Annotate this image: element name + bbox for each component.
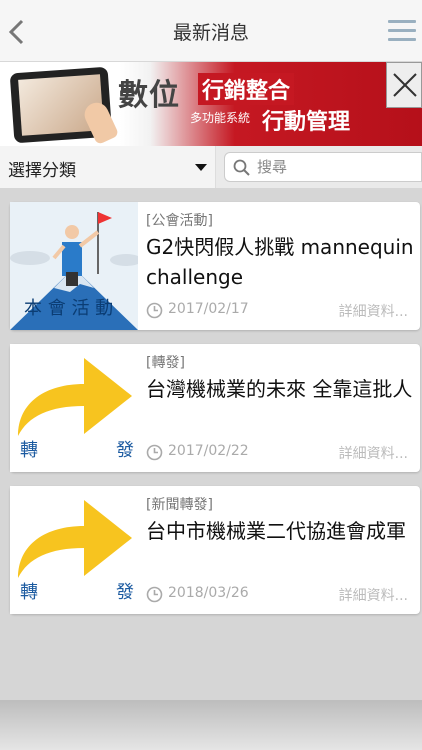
forward-thumbnail: 轉 發 [10, 344, 138, 472]
news-card[interactable]: 轉 發 [新聞轉發] 台中市機械業二代協進會成軍 2018/03/26 詳細資料… [10, 486, 420, 614]
banner-close-button[interactable] [386, 62, 422, 108]
caret-down-icon [195, 164, 207, 171]
banner-headline-3: 行動管理 [262, 110, 351, 135]
details-link[interactable]: 詳細資料... [339, 443, 408, 463]
news-category: [公會活動] [146, 213, 213, 229]
clock-icon [146, 586, 163, 603]
details-link[interactable]: 詳細資料... [339, 301, 408, 321]
news-date-text: 2017/02/17 [168, 301, 249, 317]
news-date-text: 2018/03/26 [168, 585, 249, 601]
category-select[interactable]: 選擇分類 [0, 146, 216, 188]
ad-banner[interactable]: 數位 行銷整合 多功能系統 行動管理 [0, 62, 422, 146]
close-icon [393, 73, 417, 97]
hamburger-icon[interactable] [388, 20, 416, 44]
filter-bar: 選擇分類 [0, 146, 422, 188]
search-input[interactable] [257, 156, 417, 178]
news-title: 台灣機械業的未來 全靠這批人 [146, 377, 413, 401]
banner-headline-1: 數位 [118, 78, 180, 113]
forward-thumbnail: 轉 發 [10, 486, 138, 614]
nav-bar: 最新消息 [0, 0, 422, 62]
clock-icon [146, 444, 163, 461]
bottom-bar [0, 700, 422, 750]
news-title: 台中市機械業二代協進會成軍 [146, 519, 406, 543]
thumbnail-label-left: 轉 [20, 582, 38, 603]
news-category: [新聞轉發] [146, 497, 213, 513]
news-title: G2快閃假人挑戰 mannequin challenge [146, 235, 414, 289]
page-title: 最新消息 [172, 22, 249, 44]
news-date-text: 2017/02/22 [168, 443, 249, 459]
thumbnail-label-right: 發 [116, 582, 134, 603]
banner-subline: 多功能系統 [190, 111, 251, 125]
banner-headline-2: 行銷整合 [198, 73, 295, 105]
details-link[interactable]: 詳細資料... [339, 585, 408, 605]
news-category: [轉發] [146, 355, 185, 371]
thumbnail-label: 本 會 活 動 [24, 298, 114, 319]
thumbnail-label-right: 發 [116, 440, 134, 461]
clock-icon [146, 302, 163, 319]
search-icon [233, 159, 250, 176]
thumbnail-label-left: 轉 [20, 440, 38, 461]
search-box[interactable] [224, 152, 422, 182]
news-card[interactable]: 本 會 活 動 [公會活動] G2快閃假人挑戰 mannequin challe… [10, 202, 420, 330]
category-select-label: 選擇分類 [8, 161, 76, 181]
news-card[interactable]: 轉 發 [轉發] 台灣機械業的未來 全靠這批人 2017/02/22 詳細資料.… [10, 344, 420, 472]
activity-thumbnail: 本 會 活 動 [10, 202, 138, 330]
